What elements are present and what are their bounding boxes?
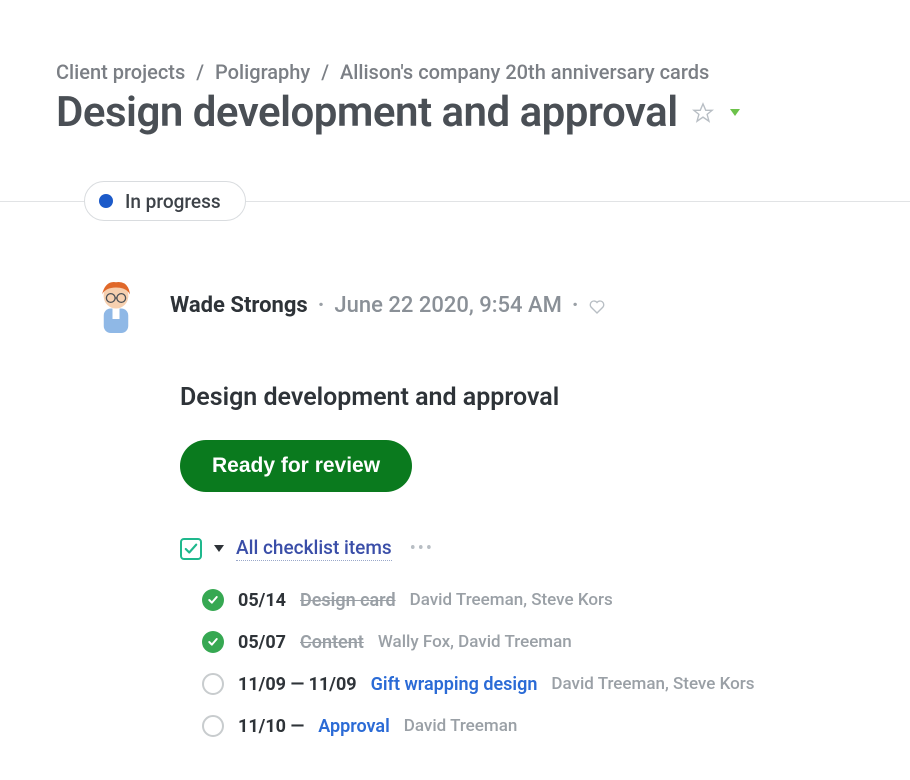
avatar[interactable] bbox=[84, 273, 148, 337]
checklist-item[interactable]: 05/14 Design card David Treeman, Steve Kor… bbox=[202, 579, 854, 621]
status-pill[interactable]: In progress bbox=[84, 181, 246, 221]
post-body-title: Design development and approval bbox=[180, 383, 854, 412]
title-menu-caret[interactable] bbox=[730, 109, 740, 116]
checklist-item-date: 05/07 bbox=[238, 632, 286, 653]
checklist-item[interactable]: 11/10 — Approval David Treeman bbox=[202, 705, 854, 747]
checklist-item-title[interactable]: Content bbox=[300, 632, 364, 653]
breadcrumb-l3[interactable]: Allison's company 20th anniversary cards bbox=[340, 60, 709, 84]
ready-for-review-button[interactable]: Ready for review bbox=[180, 440, 412, 492]
checklist-item-date: 11/10 — bbox=[238, 716, 304, 737]
check-open-icon[interactable] bbox=[202, 715, 224, 737]
checklist: 05/14 Design card David Treeman, Steve Kor… bbox=[202, 579, 854, 747]
post-timestamp: June 22 2020, 9:54 AM bbox=[334, 293, 561, 318]
checklist-item-title[interactable]: Approval bbox=[318, 716, 390, 737]
checklist-item-date: 05/14 bbox=[238, 590, 286, 611]
checklist-item-title[interactable]: Gift wrapping design bbox=[371, 674, 538, 695]
like-icon[interactable] bbox=[588, 297, 606, 313]
check-done-icon[interactable] bbox=[202, 589, 224, 611]
checklist-item[interactable]: 05/07 Content Wally Fox, David Treeman bbox=[202, 621, 854, 663]
meta-separator: · bbox=[318, 293, 325, 318]
breadcrumb: Client projects / Poligraphy / Allison's… bbox=[0, 60, 910, 84]
post-author[interactable]: Wade Strongs bbox=[170, 293, 308, 318]
check-open-icon[interactable] bbox=[202, 673, 224, 695]
checklist-item-date: 11/09 — 11/09 bbox=[238, 674, 357, 695]
checklist-item[interactable]: 11/09 — 11/09 Gift wrapping design David T… bbox=[202, 663, 854, 705]
checklist-title[interactable]: All checklist items bbox=[236, 536, 392, 561]
page-title: Design development and approval bbox=[56, 88, 678, 137]
checklist-menu-icon[interactable]: ••• bbox=[410, 538, 434, 559]
meta-separator: · bbox=[572, 293, 579, 318]
checklist-item-assignees: Wally Fox, David Treeman bbox=[378, 632, 572, 652]
breadcrumb-l1[interactable]: Client projects bbox=[56, 60, 185, 84]
checklist-item-title[interactable]: Design card bbox=[300, 590, 396, 611]
checklist-item-assignees: David Treeman, Steve Kors bbox=[410, 590, 613, 610]
status-dot bbox=[99, 194, 113, 208]
checklist-collapse-caret[interactable] bbox=[214, 545, 224, 552]
breadcrumb-l2[interactable]: Poligraphy bbox=[215, 60, 310, 84]
checklist-icon[interactable] bbox=[180, 538, 202, 560]
checklist-item-assignees: David Treeman bbox=[404, 716, 518, 736]
status-label: In progress bbox=[125, 190, 221, 213]
star-icon[interactable] bbox=[692, 102, 714, 124]
check-done-icon[interactable] bbox=[202, 631, 224, 653]
checklist-item-assignees: David Treeman, Steve Kors bbox=[551, 674, 754, 694]
